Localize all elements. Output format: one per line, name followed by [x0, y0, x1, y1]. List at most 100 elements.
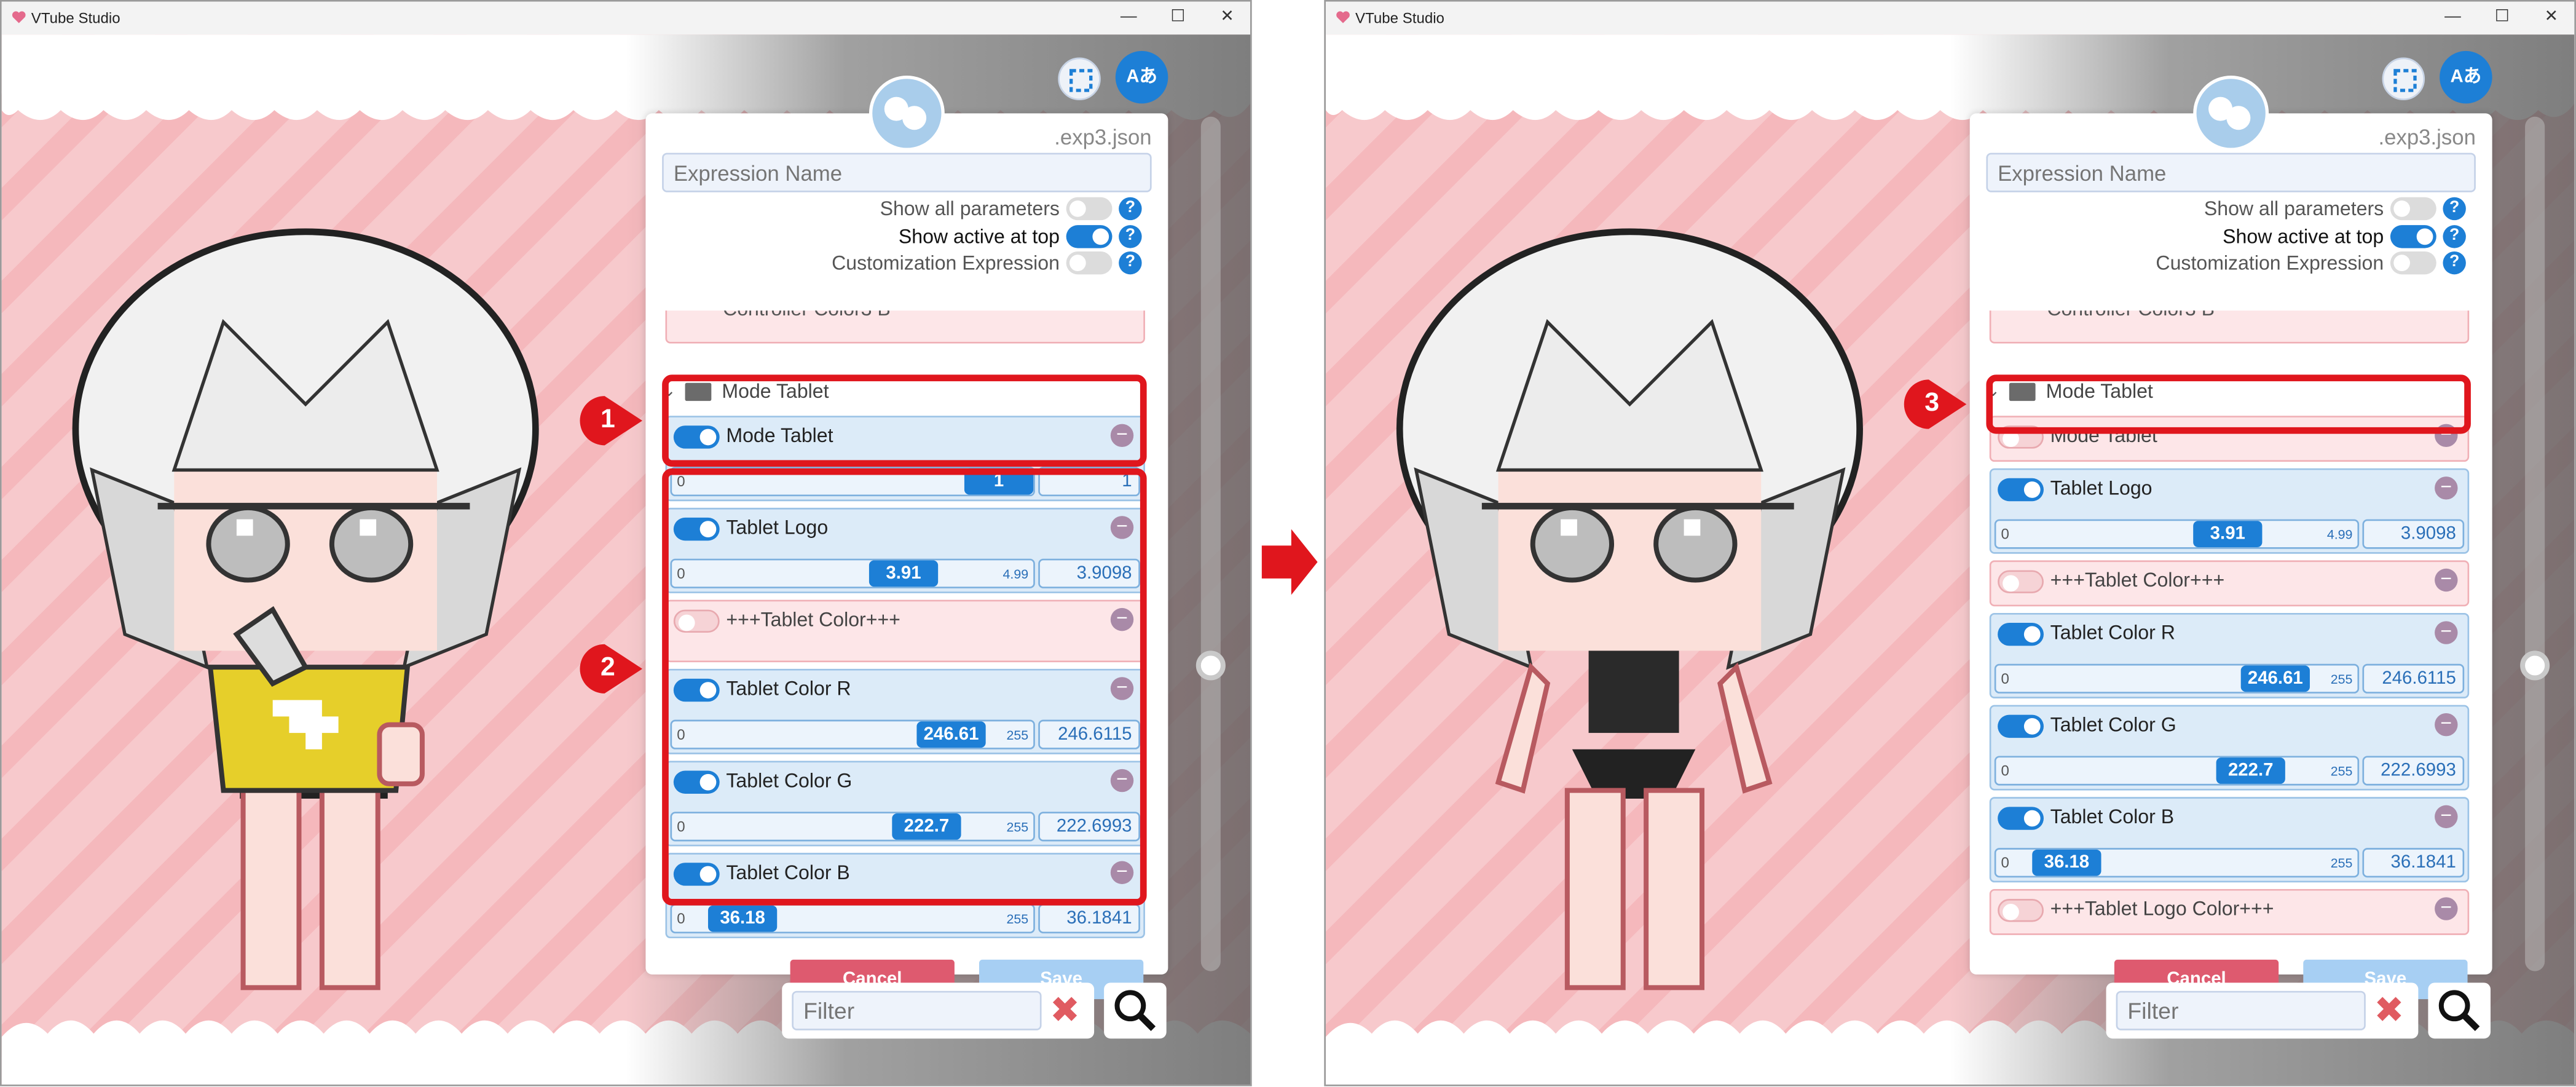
callout-number: 1 — [601, 406, 615, 434]
show-all-parameters-row: Show all parameters ? — [2204, 197, 2466, 221]
parameter-toggle[interactable] — [1998, 570, 2044, 593]
parameter-slider[interactable]: 0 255 36.18 — [670, 904, 1035, 934]
customization-expression-label: Customization Expression — [2156, 251, 2384, 275]
show-active-at-top-toggle[interactable] — [1066, 225, 1113, 248]
slider-thumb[interactable]: 36.18 — [2032, 849, 2101, 876]
parameter-toggle[interactable] — [1998, 478, 2044, 502]
app-heart-icon — [1336, 11, 1350, 23]
parameter-row: Tablet Color R − 0 255 246.61 246.6115 — [1989, 612, 2470, 698]
show-all-parameters-label: Show all parameters — [880, 197, 1060, 221]
zoom-slider-knob[interactable] — [2520, 650, 2550, 681]
remove-parameter-icon[interactable]: − — [2435, 476, 2458, 500]
filter-box: ✖ — [2106, 982, 2419, 1039]
parameter-name: Controller Color3 B — [2047, 310, 2215, 320]
slider-max-label: 4.99 — [2326, 527, 2353, 543]
parameter-name: Tablet Color G — [2050, 713, 2176, 737]
zoom-slider-track[interactable] — [2525, 116, 2545, 971]
maximize-button[interactable]: ☐ — [2486, 5, 2518, 31]
parameter-toggle[interactable] — [1998, 807, 2044, 830]
help-icon[interactable]: ? — [1119, 251, 1142, 275]
pixel-character — [1396, 228, 1863, 990]
parameter-row: Tablet Color B − 0 255 36.18 36.1841 — [1989, 797, 2470, 883]
minimize-button[interactable]: — — [2436, 5, 2469, 31]
help-icon[interactable]: ? — [1119, 197, 1142, 221]
close-button[interactable]: ✕ — [2535, 5, 2567, 31]
search-icon — [2438, 990, 2480, 1031]
parameter-value-field[interactable]: 36.1841 — [2362, 848, 2465, 878]
minimize-button[interactable]: — — [1112, 5, 1144, 31]
search-button[interactable] — [2428, 982, 2491, 1039]
title-bar: VTube Studio — ☐ ✕ — [1, 1, 1251, 35]
slider-min-label: 0 — [677, 910, 685, 927]
filter-input[interactable] — [792, 990, 1042, 1030]
filter-input[interactable] — [2116, 990, 2366, 1030]
model-canvas[interactable]: Aあ .exp3.json Show all parameters ? Show… — [1325, 34, 2575, 1085]
parameter-value-field[interactable]: 3.9098 — [2362, 519, 2465, 549]
show-active-at-top-toggle[interactable] — [2390, 225, 2436, 248]
close-button[interactable]: ✕ — [1211, 5, 1243, 31]
show-active-at-top-row: Show active at top ? — [899, 225, 1142, 248]
parameter-slider[interactable]: 0 255 222.7 — [1994, 756, 2360, 786]
slider-max-label: 255 — [2330, 856, 2353, 871]
maximize-button[interactable]: ☐ — [1162, 5, 1194, 31]
customization-expression-row: Customization Expression ? — [832, 251, 1142, 275]
expression-name-input[interactable] — [662, 152, 1152, 192]
callout-number: 3 — [1924, 389, 1940, 417]
remove-parameter-icon[interactable]: − — [2435, 713, 2458, 737]
help-icon[interactable]: ? — [1119, 225, 1142, 248]
parameter-value-field[interactable]: 246.6115 — [2362, 663, 2465, 694]
parameter-row-cut: Controller Color3 B — [1989, 310, 2470, 344]
parameter-row-cut: Controller Color3 B — [665, 310, 1145, 344]
file-extension-label: .exp3.json — [2378, 125, 2476, 150]
slider-thumb[interactable]: 3.91 — [2193, 521, 2263, 548]
translate-icon[interactable]: Aあ — [1115, 50, 1168, 104]
title-bar: VTube Studio — ☐ ✕ — [1325, 1, 2575, 35]
parameter-value-field[interactable]: 222.6993 — [2362, 756, 2465, 786]
model-canvas[interactable]: Aあ .exp3.json Show all parameters ? Show… — [1, 34, 1251, 1085]
pixel-character — [72, 228, 539, 990]
slider-min-label: 0 — [2001, 854, 2009, 871]
parameter-name: +++Tablet Logo Color+++ — [2050, 897, 2274, 920]
parameter-toggle[interactable] — [1998, 714, 2044, 738]
customization-expression-toggle[interactable] — [2390, 251, 2436, 275]
vtube-window-after: VTube Studio — ☐ ✕ Aあ .exp3.json Express… — [1324, 0, 2576, 1086]
help-icon[interactable]: ? — [2443, 225, 2466, 248]
parameter-slider[interactable]: 0 255 246.61 — [1994, 663, 2360, 694]
zoom-slider-knob[interactable] — [1195, 650, 1226, 681]
expression-editor-panel: .exp3.json Show all parameters ? Show ac… — [1969, 75, 2492, 1000]
parameter-toggle[interactable] — [1998, 622, 2044, 646]
remove-parameter-icon[interactable]: − — [2435, 804, 2458, 829]
arrow-right-icon — [1261, 529, 1318, 595]
help-icon[interactable]: ? — [2443, 251, 2466, 275]
parameter-toggle[interactable] — [1998, 899, 2044, 922]
parameter-row: Tablet Logo − 0 4.99 3.91 3.9098 — [1989, 468, 2470, 554]
customization-expression-toggle[interactable] — [1066, 251, 1113, 275]
app-heart-icon — [12, 11, 26, 23]
remove-parameter-icon[interactable]: − — [2435, 567, 2458, 592]
show-all-parameters-toggle[interactable] — [1066, 197, 1113, 221]
help-icon[interactable]: ? — [2443, 197, 2466, 221]
remove-parameter-icon[interactable]: − — [2435, 620, 2458, 644]
clear-filter-icon[interactable]: ✖ — [2374, 989, 2404, 1032]
slider-thumb[interactable]: 36.18 — [707, 905, 778, 932]
vtube-window-before: VTube Studio — ☐ ✕ Aあ .exp3.json Express… — [0, 0, 1252, 1086]
expression-avatar-icon — [869, 75, 945, 151]
parameter-value-field[interactable]: 36.1841 — [1038, 904, 1140, 934]
show-all-parameters-toggle[interactable] — [2390, 197, 2436, 221]
search-button[interactable] — [1104, 982, 1167, 1039]
parameter-slider[interactable]: 0 4.99 3.91 — [1994, 519, 2360, 549]
crop-icon[interactable] — [1058, 57, 1101, 101]
slider-thumb[interactable]: 246.61 — [2240, 665, 2310, 692]
zoom-slider-track[interactable] — [1200, 116, 1221, 971]
callout-2: 2 — [578, 642, 644, 695]
clear-filter-icon[interactable]: ✖ — [1050, 989, 1080, 1032]
slider-min-label: 0 — [2001, 670, 2009, 687]
parameter-slider[interactable]: 0 255 36.18 — [1994, 848, 2360, 878]
crop-icon[interactable] — [2382, 57, 2425, 101]
show-active-at-top-row: Show active at top ? — [2223, 225, 2466, 248]
parameter-name: +++Tablet Color+++ — [2050, 568, 2225, 592]
remove-parameter-icon[interactable]: − — [2435, 896, 2458, 920]
slider-thumb[interactable]: 222.7 — [2216, 757, 2285, 784]
translate-icon[interactable]: Aあ — [2440, 50, 2492, 104]
expression-name-input[interactable] — [1986, 152, 2476, 192]
